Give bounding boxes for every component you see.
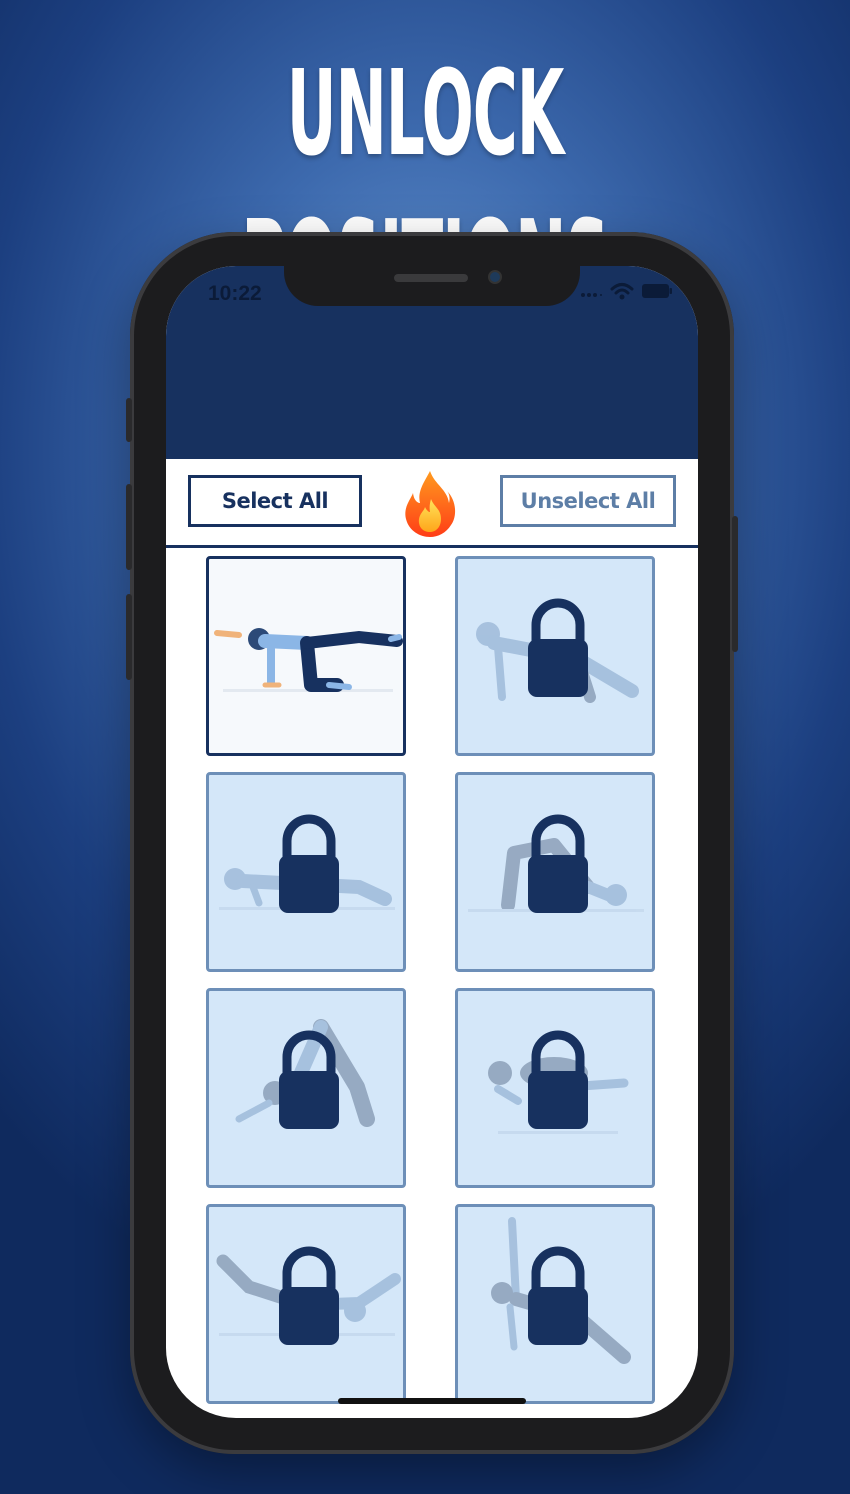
battery-icon [642,284,672,303]
lock-icon [468,814,644,913]
unselect-all-button[interactable]: Unselect All [500,475,676,527]
select-all-button[interactable]: Select All [188,475,362,527]
navigation-bar: 10:22 [166,266,698,456]
volume-down-button [126,594,132,680]
wifi-icon [610,282,634,305]
power-button [732,516,738,652]
lock-icon [235,1019,375,1129]
position-card-3[interactable] [206,772,406,972]
flame-icon [401,469,459,539]
position-card-8[interactable] [455,1204,655,1404]
position-card-2[interactable] [455,556,655,756]
signal-dots-icon [580,285,602,303]
mute-switch [126,398,132,442]
phone-frame: 10:22 Select All Unselect All [126,232,738,1454]
position-card-6[interactable] [455,988,655,1188]
position-card-4[interactable] [455,772,655,972]
lock-icon [491,1217,631,1364]
selection-toolbar: Select All Unselect All [166,456,698,548]
lock-icon [216,1246,401,1345]
position-card-5[interactable] [206,988,406,1188]
position-card-7[interactable] [206,1204,406,1404]
yoga-pose-icon [214,628,403,692]
position-card-1[interactable] [206,556,406,756]
front-camera [488,270,502,284]
status-time: 10:22 [208,282,262,305]
lock-icon [476,598,639,703]
positions-grid [166,548,698,1418]
status-icons [580,282,672,305]
volume-up-button [126,484,132,570]
phone-screen: 10:22 Select All Unselect All [166,266,698,1418]
speaker-grille [394,274,468,282]
lock-icon [219,814,395,913]
home-indicator[interactable] [338,1398,526,1404]
lock-icon [488,1030,629,1134]
notch [284,266,580,306]
